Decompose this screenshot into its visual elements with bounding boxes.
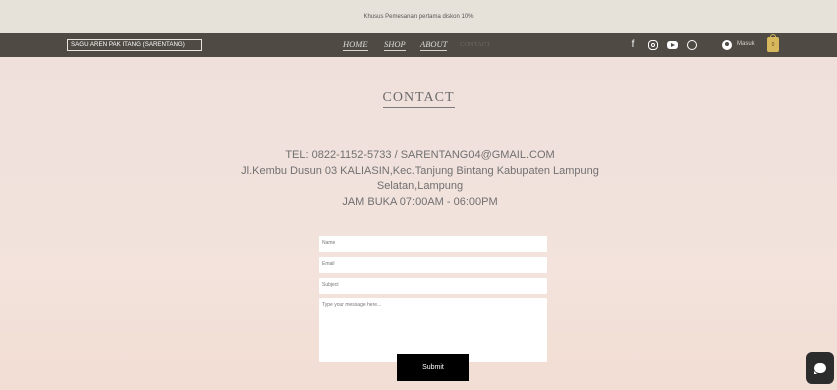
subject-field[interactable]: Subject <box>319 278 547 294</box>
facebook-icon[interactable]: f <box>627 39 639 51</box>
name-field[interactable]: Name <box>319 236 547 252</box>
cart-icon[interactable]: 0 <box>767 34 779 52</box>
instagram-icon[interactable] <box>648 40 658 50</box>
nav-home[interactable]: HOME <box>343 39 368 51</box>
address-text: Jl.Kembu Dusun 03 KALIASIN,Kec.Tanjung B… <box>241 164 599 193</box>
youtube-icon[interactable] <box>667 41 678 49</box>
contact-info: TEL: 0822-1152-5733 / SARENTANG04@GMAIL.… <box>230 148 610 210</box>
nav-shop[interactable]: SHOP <box>384 39 406 51</box>
message-field[interactable]: Type your message here... <box>319 298 547 362</box>
email-field[interactable]: Email <box>319 257 547 273</box>
hours-text: JAM BUKA 07:00AM - 06:00PM <box>342 195 498 208</box>
nav-about[interactable]: ABOUT <box>420 39 448 51</box>
user-icon[interactable] <box>722 40 732 50</box>
announcement-bar: Khusus Pemesanan pertama diskon 10% <box>0 0 837 33</box>
site-header: SAGU AREN PAK ITANG (SARENTANG) HOME SHO… <box>0 33 837 57</box>
submit-button[interactable]: Submit <box>397 354 469 381</box>
login-link[interactable]: Masuk <box>737 41 755 47</box>
nav-contact[interactable]: CONTACT <box>460 41 490 49</box>
page-title: CONTACT <box>0 90 837 108</box>
chat-icon[interactable] <box>806 352 834 384</box>
announcement-text: Khusus Pemesanan pertama diskon 10% <box>363 13 474 20</box>
cart-count: 0 <box>771 42 775 48</box>
whatsapp-icon[interactable] <box>687 40 697 50</box>
phone-email-text: TEL: 0822-1152-5733 / SARENTANG04@GMAIL.… <box>285 149 555 161</box>
brand-logo[interactable]: SAGU AREN PAK ITANG (SARENTANG) <box>67 39 202 51</box>
